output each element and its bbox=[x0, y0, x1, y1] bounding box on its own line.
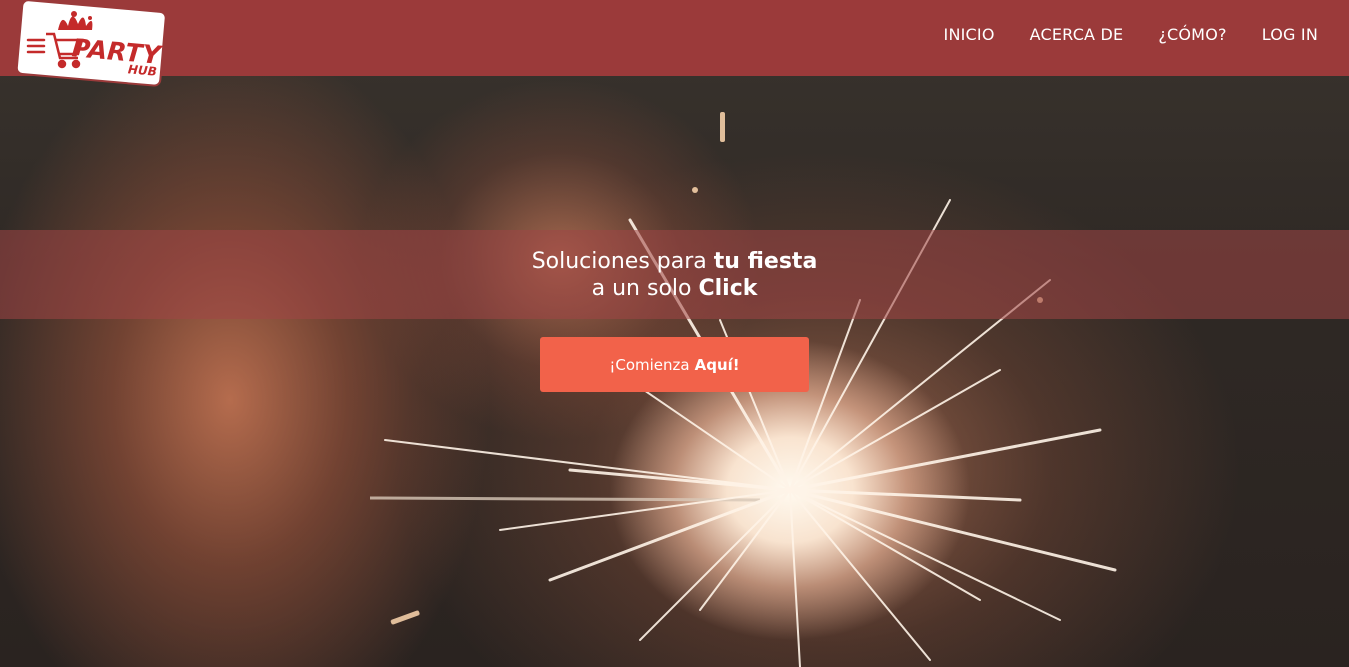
comienza-aqui-button[interactable]: ¡Comienza Aquí! bbox=[540, 337, 809, 392]
tagline-line-1-regular: Soluciones para bbox=[531, 248, 714, 274]
cta-label-bold: Aquí! bbox=[694, 355, 740, 374]
tagline-line-2-regular: a un solo bbox=[591, 275, 699, 301]
nav-link-log-in[interactable]: LOG IN bbox=[1262, 22, 1318, 48]
tagline-line-2: a un solo Click bbox=[532, 275, 818, 302]
tagline-line-1-bold: tu fiesta bbox=[713, 248, 818, 274]
tagline-line-2-bold: Click bbox=[698, 275, 758, 301]
hero-background-image bbox=[0, 0, 1349, 667]
landing-page: INICIO ACERCA DE ¿CÓMO? LOG IN PARTY HUB… bbox=[0, 0, 1349, 667]
sparkler-illustration bbox=[369, 112, 1117, 667]
nav-link-acerca-de[interactable]: ACERCA DE bbox=[1030, 22, 1124, 48]
hero-tagline-band: Soluciones para tu fiesta a un solo Clic… bbox=[0, 230, 1349, 319]
tagline-line-1: Soluciones para tu fiesta bbox=[532, 248, 818, 275]
hero-tagline: Soluciones para tu fiesta a un solo Clic… bbox=[532, 248, 818, 302]
top-navbar: INICIO ACERCA DE ¿CÓMO? LOG IN bbox=[0, 0, 1349, 76]
cta-label-regular: ¡Comienza bbox=[609, 355, 690, 374]
main-nav: INICIO ACERCA DE ¿CÓMO? LOG IN bbox=[944, 22, 1318, 48]
nav-link-inicio[interactable]: INICIO bbox=[944, 22, 995, 48]
nav-link-como[interactable]: ¿CÓMO? bbox=[1158, 22, 1226, 48]
party-hub-logo[interactable]: PARTY HUB bbox=[15, 0, 168, 90]
logo-word-bottom: HUB bbox=[127, 62, 157, 78]
